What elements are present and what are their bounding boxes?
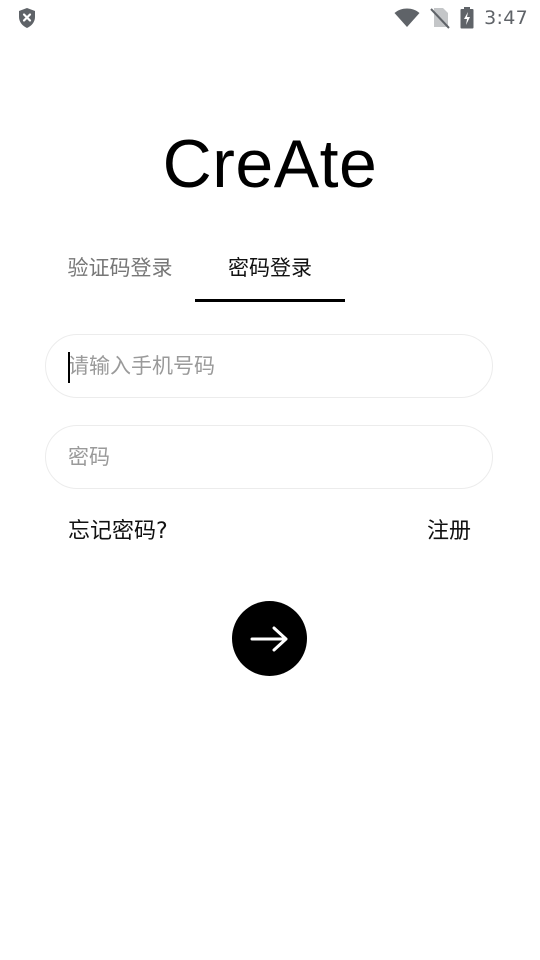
tab-sms-login[interactable]: 验证码登录: [45, 248, 195, 302]
text-cursor: [68, 352, 70, 383]
no-sim-icon: [430, 7, 450, 29]
forgot-password-link[interactable]: 忘记密码?: [68, 516, 168, 548]
register-link[interactable]: 注册: [427, 516, 471, 548]
login-tabs: 验证码登录 密码登录: [0, 248, 540, 304]
phone-field: [45, 334, 493, 398]
password-field: [45, 425, 493, 489]
login-submit-button[interactable]: [232, 601, 307, 676]
status-bar: 3:47: [0, 0, 540, 36]
active-tab-indicator: [195, 299, 345, 302]
wifi-icon: [394, 8, 420, 28]
status-time: 3:47: [484, 7, 528, 29]
battery-charging-icon: [460, 7, 474, 29]
app-title: CreAte: [162, 126, 378, 202]
arrow-right-icon: [250, 625, 290, 653]
password-input[interactable]: [68, 426, 468, 487]
tab-password-login[interactable]: 密码登录: [195, 248, 345, 302]
phone-input[interactable]: [68, 335, 468, 396]
shield-x-icon: [16, 7, 38, 29]
